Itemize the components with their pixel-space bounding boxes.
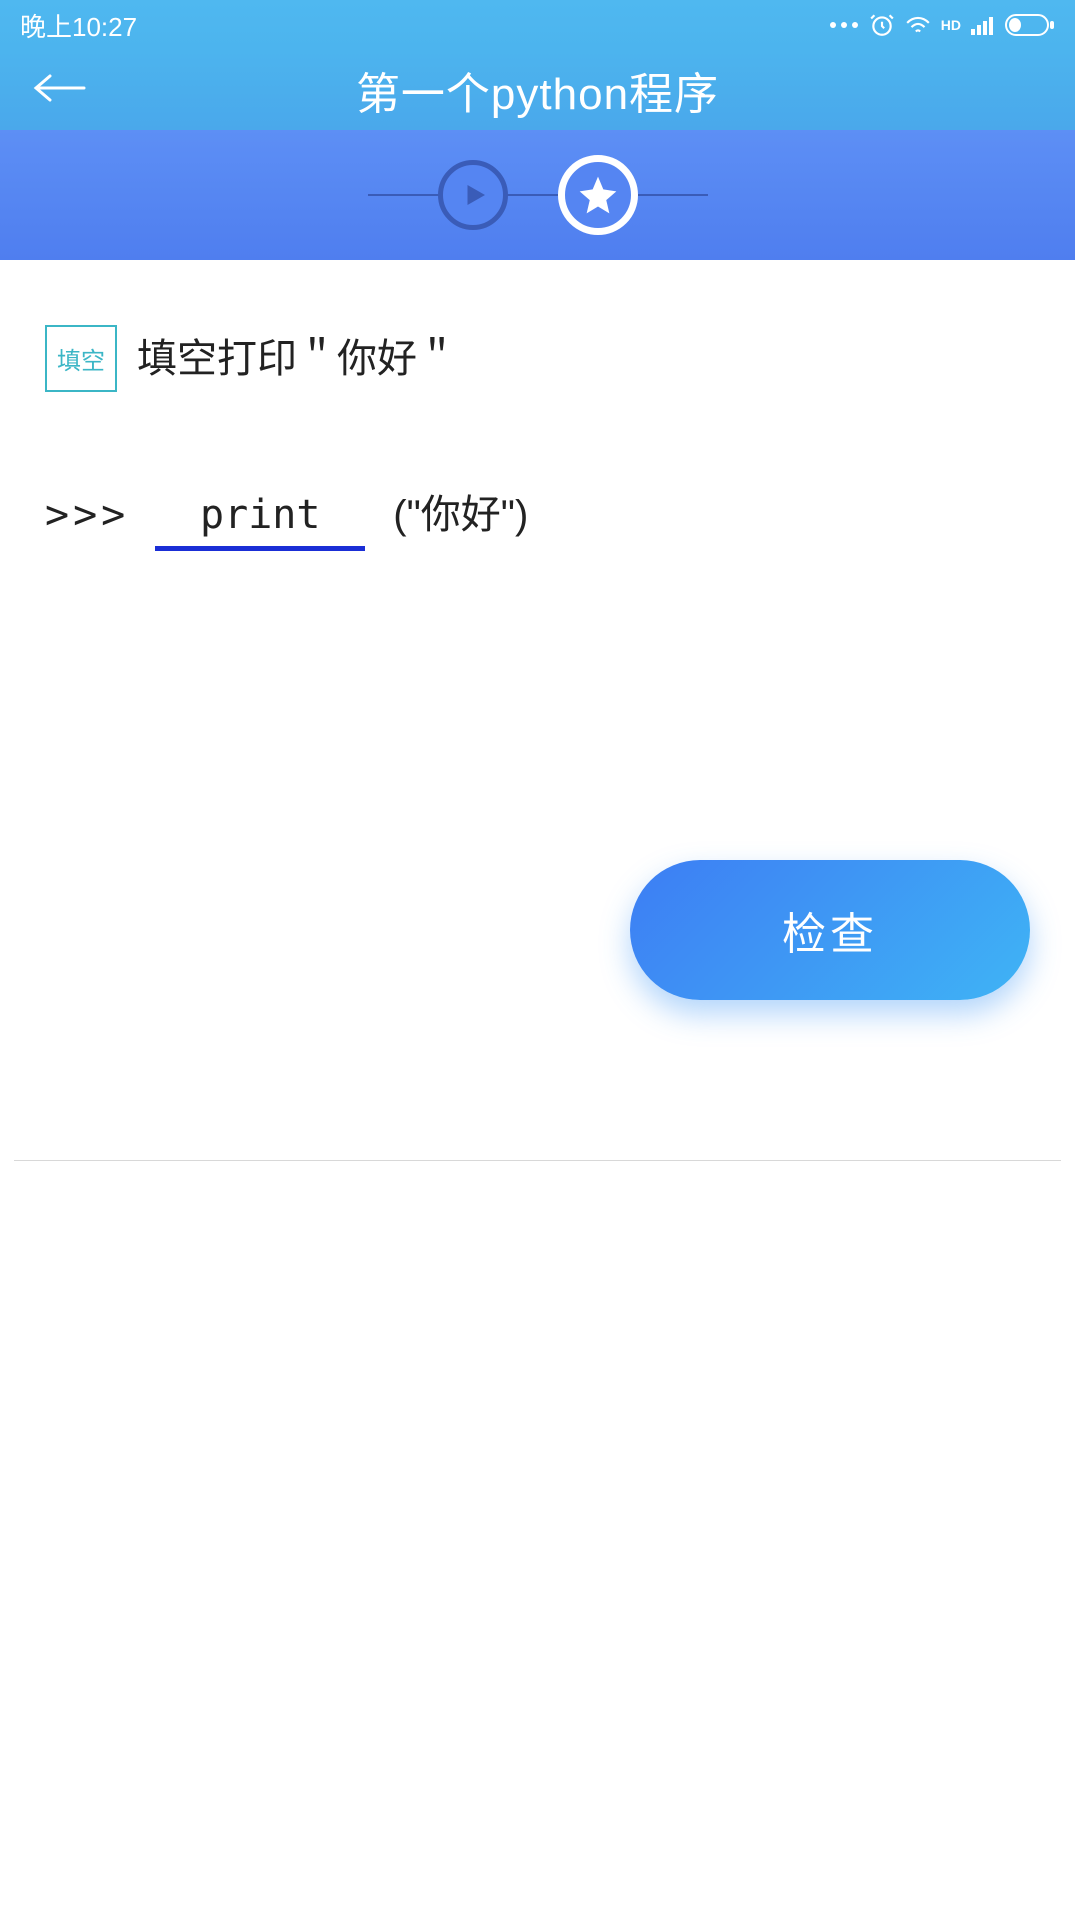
wifi-icon	[905, 15, 931, 35]
check-button[interactable]: 检查	[630, 860, 1030, 1000]
question-row: 填空 填空打印＂你好＂	[45, 325, 1030, 392]
more-icon	[829, 21, 859, 29]
content-area: 填空 填空打印＂你好＂ >>> ("你好")	[0, 260, 1075, 551]
code-rest: ("你好")	[393, 482, 528, 540]
code-row: >>> ("你好")	[45, 482, 1030, 551]
progress-node-star[interactable]	[558, 155, 638, 235]
signal-icon	[971, 15, 995, 35]
page-title: 第一个python程序	[0, 58, 1075, 122]
question-type-badge: 填空	[45, 325, 117, 392]
status-bar: 晚上10:27 HD	[0, 0, 1075, 50]
back-button[interactable]	[30, 63, 86, 117]
battery-icon	[1005, 14, 1055, 36]
progress-bar	[0, 130, 1075, 260]
code-prompt: >>>	[45, 492, 129, 538]
alarm-icon	[869, 12, 895, 38]
content-divider	[14, 1160, 1061, 1161]
title-bar: 第一个python程序	[0, 50, 1075, 130]
progress-node-play[interactable]	[438, 160, 508, 230]
hd-label: HD	[941, 17, 961, 33]
status-right: HD	[829, 12, 1055, 38]
status-time: 晚上10:27	[20, 7, 137, 44]
question-text: 填空打印＂你好＂	[137, 325, 457, 387]
fill-blank-input[interactable]	[155, 488, 365, 551]
